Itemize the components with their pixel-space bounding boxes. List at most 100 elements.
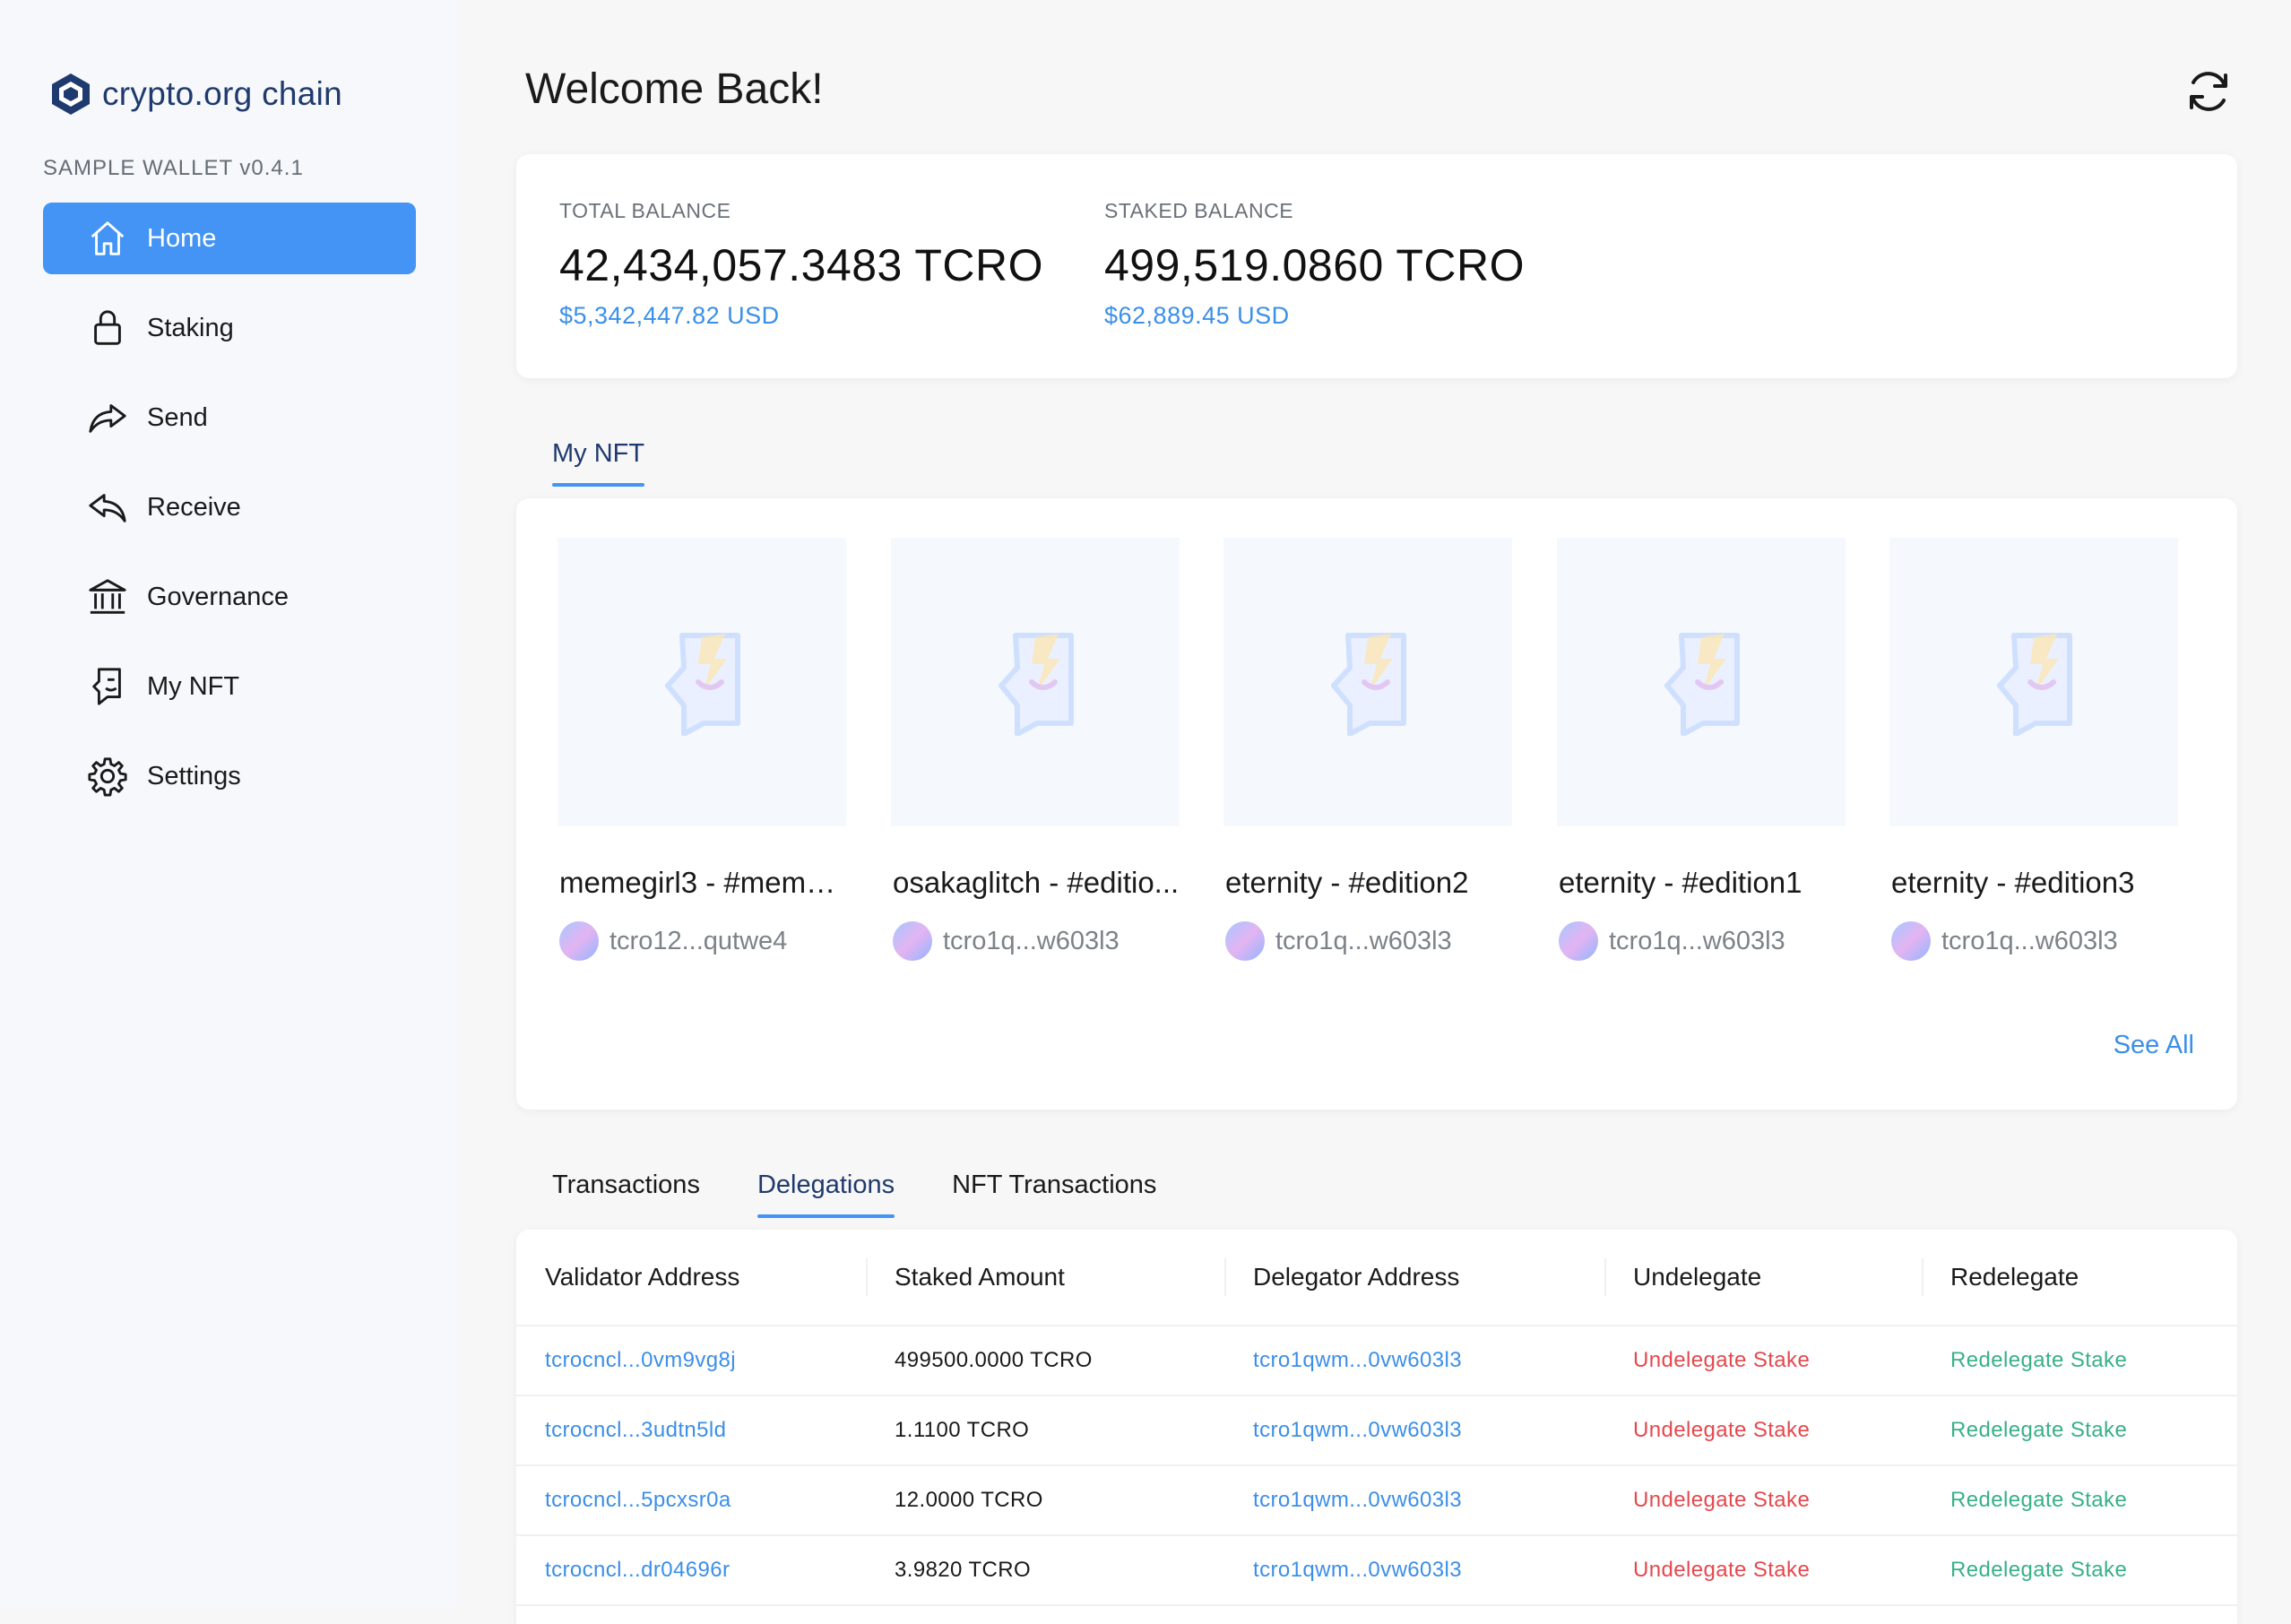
table-row: tcrocncl...5pcxsr0a 12.0000 TCRO tcro1qw… bbox=[516, 1465, 2237, 1536]
sidebar-item-label: Home bbox=[147, 223, 217, 253]
tab-transactions[interactable]: Transactions bbox=[552, 1170, 700, 1218]
validator-address-link[interactable]: tcrocncl...5pcxsr0a bbox=[516, 1465, 866, 1536]
sidebar-item-label: Governance bbox=[147, 582, 289, 611]
delegations-table: Validator Address Staked Amount Delegato… bbox=[516, 1230, 2237, 1606]
sidebar-item-label: Settings bbox=[147, 761, 241, 790]
sidebar-item-send[interactable]: Send bbox=[43, 382, 416, 454]
nft-placeholder-icon bbox=[665, 633, 740, 736]
nft-item[interactable]: eternity - #edition1 tcro1q...w603l3 bbox=[1557, 538, 1846, 961]
delegator-address-link[interactable]: tcro1qwm...0vw603l3 bbox=[1224, 1326, 1604, 1396]
tab-delegations[interactable]: Delegations bbox=[756, 1170, 895, 1218]
nft-placeholder-image bbox=[1557, 538, 1846, 826]
validator-address-link[interactable]: tcrocncl...dr04696r bbox=[516, 1535, 866, 1606]
nft-placeholder-icon bbox=[999, 633, 1074, 736]
delegator-address-link[interactable]: tcro1qwm...0vw603l3 bbox=[1224, 1535, 1604, 1606]
wallet-version: SAMPLE WALLET v0.4.1 bbox=[43, 156, 304, 180]
nft-owner: tcro12...qutwe4 bbox=[558, 921, 846, 961]
staked-amount: 1.1100 TCRO bbox=[866, 1395, 1224, 1466]
sidebar-item-staking[interactable]: Staking bbox=[43, 292, 416, 364]
nft-face-icon bbox=[86, 665, 129, 708]
total-balance-value: 42,434,057.3483 TCRO bbox=[559, 240, 1044, 290]
balance-card: TOTAL BALANCE 42,434,057.3483 TCRO $5,34… bbox=[516, 154, 2237, 378]
total-balance-usd: $5,342,447.82 USD bbox=[559, 302, 780, 329]
nft-placeholder-image bbox=[1889, 538, 2178, 826]
page-title: Welcome Back! bbox=[525, 65, 824, 113]
undelegate-stake-button[interactable]: Undelegate Stake bbox=[1604, 1465, 1922, 1536]
undelegate-stake-button[interactable]: Undelegate Stake bbox=[1604, 1326, 1922, 1396]
staked-amount: 12.0000 TCRO bbox=[866, 1465, 1224, 1536]
sidebar-item-receive[interactable]: Receive bbox=[43, 471, 416, 543]
nft-owner: tcro1q...w603l3 bbox=[1889, 921, 2178, 961]
sidebar-item-label: My NFT bbox=[147, 671, 240, 701]
total-balance-label: TOTAL BALANCE bbox=[559, 199, 731, 222]
redelegate-stake-button[interactable]: Redelegate Stake bbox=[1922, 1465, 2237, 1536]
see-all-link[interactable]: See All bbox=[2114, 1031, 2194, 1060]
nft-placeholder-icon bbox=[1997, 633, 2072, 736]
redelegate-stake-button[interactable]: Redelegate Stake bbox=[1922, 1395, 2237, 1466]
delegator-address-link[interactable]: tcro1qwm...0vw603l3 bbox=[1224, 1395, 1604, 1466]
nft-placeholder-image bbox=[1223, 538, 1512, 826]
activity-tabbar: Transactions Delegations NFT Transaction… bbox=[552, 1170, 1214, 1218]
nft-item[interactable]: memegirl3 - #meme... tcro12...qutwe4 bbox=[558, 538, 846, 961]
delegator-address-link[interactable]: tcro1qwm...0vw603l3 bbox=[1224, 1465, 1604, 1536]
nft-item[interactable]: eternity - #edition3 tcro1q...w603l3 bbox=[1889, 538, 2178, 961]
table-row: tcrocncl...3udtn5ld 1.1100 TCRO tcro1qwm… bbox=[516, 1395, 2237, 1466]
nft-name: eternity - #edition1 bbox=[1559, 866, 1803, 899]
nft-owner-address: tcro12...qutwe4 bbox=[609, 926, 788, 955]
send-arrow-icon bbox=[86, 396, 129, 439]
nft-card: memegirl3 - #meme... tcro12...qutwe4 osa… bbox=[516, 498, 2237, 1110]
delegations-table-card: Validator Address Staked Amount Delegato… bbox=[516, 1230, 2237, 1624]
nft-name: osakaglitch - #editio... bbox=[893, 866, 1180, 899]
nft-owner: tcro1q...w603l3 bbox=[1223, 921, 1512, 961]
nft-owner-address: tcro1q...w603l3 bbox=[1275, 926, 1452, 955]
tab-my-nft[interactable]: My NFT bbox=[552, 439, 645, 487]
redelegate-stake-button[interactable]: Redelegate Stake bbox=[1922, 1535, 2237, 1606]
validator-address-link[interactable]: tcrocncl...0vm9vg8j bbox=[516, 1326, 866, 1396]
undelegate-stake-button[interactable]: Undelegate Stake bbox=[1604, 1395, 1922, 1466]
column-header-undelegate: Undelegate bbox=[1604, 1230, 1922, 1326]
tab-nft-transactions[interactable]: NFT Transactions bbox=[952, 1170, 1156, 1218]
nft-placeholder-icon bbox=[1331, 633, 1406, 736]
nft-owner-address: tcro1q...w603l3 bbox=[1941, 926, 2118, 955]
nft-owner: tcro1q...w603l3 bbox=[891, 921, 1180, 961]
nft-name: eternity - #edition2 bbox=[1225, 866, 1469, 899]
staked-amount: 3.9820 TCRO bbox=[866, 1535, 1224, 1606]
nft-name: memegirl3 - #meme... bbox=[559, 866, 846, 899]
avatar bbox=[1559, 921, 1598, 961]
receive-arrow-icon bbox=[86, 486, 129, 529]
staked-balance: STAKED BALANCE 499,519.0860 TCRO $62,889… bbox=[1104, 199, 1525, 330]
sidebar-item-label: Receive bbox=[147, 492, 241, 522]
app-logo[interactable]: crypto.org chain bbox=[50, 72, 342, 117]
column-header-validator: Validator Address bbox=[516, 1230, 866, 1326]
sidebar-item-governance[interactable]: Governance bbox=[43, 561, 416, 633]
sidebar-item-my-nft[interactable]: My NFT bbox=[43, 651, 416, 722]
nft-placeholder-icon bbox=[1664, 633, 1740, 736]
home-icon bbox=[86, 217, 129, 260]
nft-owner-address: tcro1q...w603l3 bbox=[943, 926, 1120, 955]
sidebar-item-label: Send bbox=[147, 402, 208, 432]
avatar bbox=[1891, 921, 1931, 961]
table-row: tcrocncl...0vm9vg8j 499500.0000 TCRO tcr… bbox=[516, 1326, 2237, 1396]
sidebar-item-home[interactable]: Home bbox=[43, 203, 416, 274]
column-header-delegator: Delegator Address bbox=[1224, 1230, 1604, 1326]
crypto-org-logo-icon bbox=[52, 73, 90, 115]
table-header-row: Validator Address Staked Amount Delegato… bbox=[516, 1230, 2237, 1326]
sidebar-item-settings[interactable]: Settings bbox=[43, 740, 416, 812]
staked-amount: 499500.0000 TCRO bbox=[866, 1326, 1224, 1396]
undelegate-stake-button[interactable]: Undelegate Stake bbox=[1604, 1535, 1922, 1606]
avatar bbox=[559, 921, 599, 961]
redelegate-stake-button[interactable]: Redelegate Stake bbox=[1922, 1326, 2237, 1396]
gear-icon bbox=[86, 755, 129, 798]
nft-item[interactable]: osakaglitch - #editio... tcro1q...w603l3 bbox=[891, 538, 1180, 961]
validator-address-link[interactable]: tcrocncl...3udtn5ld bbox=[516, 1395, 866, 1466]
logo-text: crypto.org chain bbox=[102, 75, 343, 112]
refresh-icon[interactable] bbox=[2183, 66, 2234, 117]
column-header-staked-amount: Staked Amount bbox=[866, 1230, 1224, 1326]
nft-item[interactable]: eternity - #edition2 tcro1q...w603l3 bbox=[1223, 538, 1512, 961]
staked-balance-label: STAKED BALANCE bbox=[1104, 199, 1294, 222]
staked-balance-value: 499,519.0860 TCRO bbox=[1104, 240, 1525, 290]
nft-placeholder-image bbox=[891, 538, 1180, 826]
nft-placeholder-image bbox=[558, 538, 846, 826]
bank-icon bbox=[86, 575, 129, 618]
total-balance: TOTAL BALANCE 42,434,057.3483 TCRO $5,34… bbox=[559, 199, 1043, 330]
